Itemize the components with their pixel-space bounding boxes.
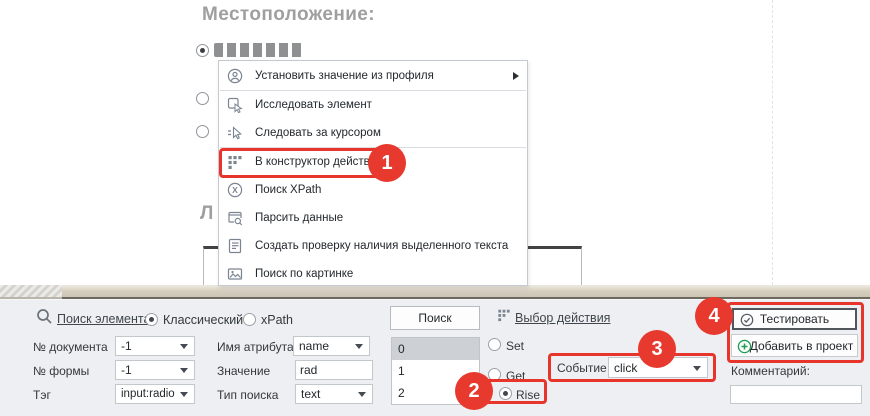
dropdown-arrow-icon <box>180 344 188 349</box>
doc-number-select[interactable]: -1 <box>115 336 195 356</box>
page-guide-line <box>772 0 773 285</box>
form-number-label: № формы <box>33 364 89 378</box>
radio-classic[interactable] <box>145 313 158 326</box>
xpath-icon: X <box>227 182 245 198</box>
callout-badge-2: 2 <box>455 372 493 410</box>
menu-item-search-xpath[interactable]: X Поиск XPath <box>219 176 527 204</box>
menu-item-follow-cursor[interactable]: Следовать за курсором <box>219 119 527 147</box>
attr-name-label: Имя атрибута <box>217 340 294 354</box>
test-check-icon <box>740 313 754 330</box>
radio-set-label: Set <box>506 339 524 353</box>
radio-xpath-label: xPath <box>261 313 293 327</box>
add-plus-icon <box>737 339 752 357</box>
tag-label: Тэг <box>33 388 51 402</box>
callout-badge-4: 4 <box>695 297 733 335</box>
dropdown-arrow-icon <box>693 366 701 371</box>
search-type-select[interactable]: text <box>295 384 373 404</box>
page-title: Местоположение: <box>202 4 375 26</box>
action-grid-icon <box>497 308 511 327</box>
profile-icon <box>227 68 245 84</box>
radio-get[interactable] <box>488 368 501 381</box>
value-label: Значение <box>217 364 270 378</box>
tag-select[interactable]: input:radio <box>115 384 195 404</box>
radio-rise-label: Rise <box>516 388 540 402</box>
callout-badge-1: 1 <box>368 144 406 182</box>
doc-number-label: № документа <box>33 340 108 354</box>
dropdown-arrow-icon <box>180 392 188 397</box>
menu-item-set-profile-value[interactable]: Установить значение из профиля <box>219 62 527 90</box>
check-text-icon <box>227 238 245 254</box>
bg-radio-option-1[interactable] <box>196 44 209 57</box>
callout-badge-3: 3 <box>638 330 676 368</box>
search-button[interactable]: Поиск <box>390 306 480 330</box>
resize-grip[interactable] <box>0 285 62 299</box>
attr-name-select[interactable]: name <box>293 336 370 356</box>
comment-input[interactable] <box>730 385 862 404</box>
result-row-0[interactable]: 0 <box>392 338 479 360</box>
dropdown-arrow-icon <box>355 344 363 349</box>
menu-item-create-text-check[interactable]: Создать проверку наличия выделенного тек… <box>219 232 527 260</box>
obscured-text <box>214 43 302 57</box>
radio-xpath[interactable] <box>243 313 256 326</box>
dropdown-arrow-icon <box>180 368 188 373</box>
radio-get-label: Get <box>506 369 525 383</box>
svg-text:X: X <box>232 185 238 195</box>
value-input[interactable] <box>295 360 373 380</box>
menu-item-image-search[interactable]: Поиск по картинке <box>219 260 527 288</box>
inspect-element-icon <box>227 97 245 113</box>
parse-data-icon <box>227 210 245 226</box>
add-to-project-button[interactable]: Добавить в проект <box>731 334 858 357</box>
follow-cursor-icon <box>227 125 245 141</box>
radio-set[interactable] <box>488 338 501 351</box>
test-button[interactable]: Тестировать <box>732 308 857 330</box>
comment-label: Комментарий: <box>731 364 810 378</box>
search-type-label: Тип поиска <box>217 388 278 402</box>
bg-radio-option-3[interactable] <box>196 125 209 138</box>
page-heading-fragment: Л <box>200 203 214 225</box>
menu-item-parse-data[interactable]: Парсить данные <box>219 204 527 232</box>
action-select-link[interactable]: Выбор действия <box>515 311 610 325</box>
dropdown-arrow-icon <box>358 392 366 397</box>
menu-item-inspect-element[interactable]: Исследовать элемент <box>219 91 527 119</box>
event-label: Событие <box>557 361 607 375</box>
action-constructor-icon <box>227 154 245 170</box>
form-number-select[interactable]: -1 <box>115 360 195 380</box>
radio-classic-label: Классический <box>163 313 243 327</box>
bg-radio-option-2[interactable] <box>196 92 209 105</box>
search-element-link[interactable]: Поиск элемента <box>57 312 150 326</box>
submenu-arrow-icon <box>513 72 519 80</box>
search-icon <box>36 308 53 330</box>
radio-rise[interactable] <box>499 387 512 400</box>
image-search-icon <box>227 266 245 282</box>
